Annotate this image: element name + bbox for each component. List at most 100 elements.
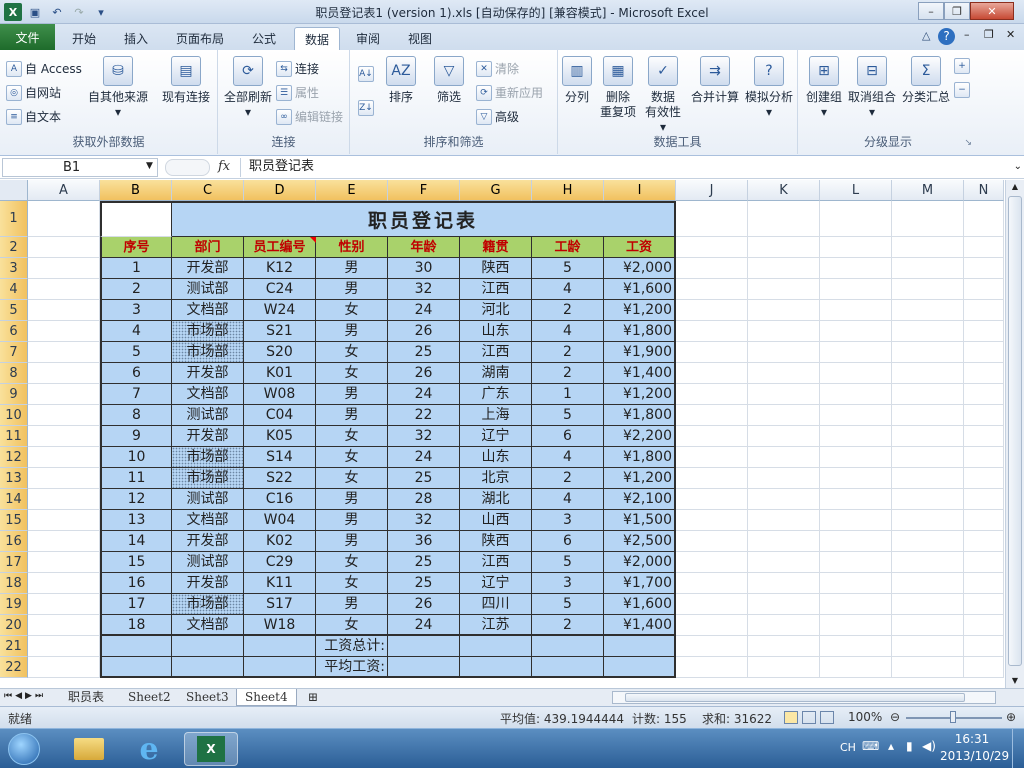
table-cell[interactable]: 24 xyxy=(388,300,460,321)
cell[interactable] xyxy=(964,363,1004,384)
cell[interactable] xyxy=(820,636,892,657)
cell[interactable] xyxy=(820,342,892,363)
cell[interactable] xyxy=(892,510,964,531)
table-cell[interactable]: C29 xyxy=(244,552,316,573)
cell[interactable] xyxy=(676,594,748,615)
table-cell[interactable]: 男 xyxy=(316,258,388,279)
cell[interactable] xyxy=(892,468,964,489)
help-icon[interactable]: ? xyxy=(938,28,955,45)
table-cell[interactable]: K05 xyxy=(244,426,316,447)
page-break-view-icon[interactable] xyxy=(820,711,834,724)
table-cell[interactable]: 25 xyxy=(388,573,460,594)
keyboard-icon[interactable]: ⌨ xyxy=(862,739,879,753)
table-cell[interactable]: ¥1,200 xyxy=(604,468,676,489)
expand-formula-bar-icon[interactable]: ⌄ xyxy=(1014,161,1022,172)
column-header-C[interactable]: C xyxy=(172,180,244,201)
table-cell[interactable]: 2 xyxy=(100,279,172,300)
cell[interactable] xyxy=(676,468,748,489)
cell[interactable] xyxy=(820,300,892,321)
table-cell[interactable]: 男 xyxy=(316,321,388,342)
cell[interactable] xyxy=(748,468,820,489)
insert-function-icon[interactable]: fx xyxy=(218,159,230,174)
cell[interactable] xyxy=(28,657,100,678)
cell[interactable] xyxy=(748,510,820,531)
cell[interactable] xyxy=(748,201,820,237)
name-box-dropdown-icon[interactable]: ▼ xyxy=(146,161,153,171)
cell[interactable] xyxy=(28,426,100,447)
cell[interactable] xyxy=(28,531,100,552)
table-cell[interactable]: 江西 xyxy=(460,279,532,300)
cell[interactable] xyxy=(748,573,820,594)
table-cell[interactable]: 北京 xyxy=(460,468,532,489)
cell[interactable] xyxy=(964,489,1004,510)
table-cell[interactable]: 5 xyxy=(532,258,604,279)
average-salary-value[interactable] xyxy=(388,657,460,678)
zoom-out-icon[interactable]: ⊖ xyxy=(890,710,900,724)
cell[interactable] xyxy=(964,342,1004,363)
table-cell[interactable]: 男 xyxy=(316,279,388,300)
table-cell[interactable]: 女 xyxy=(316,342,388,363)
cell[interactable] xyxy=(748,636,820,657)
table-cell[interactable]: 1 xyxy=(532,384,604,405)
show-detail-icon[interactable]: + xyxy=(954,58,970,74)
table-cell[interactable]: 测试部 xyxy=(172,279,244,300)
table-cell[interactable]: 市场部 xyxy=(172,594,244,615)
table-cell[interactable]: S22 xyxy=(244,468,316,489)
table-cell[interactable]: S17 xyxy=(244,594,316,615)
table-cell[interactable]: 2 xyxy=(532,468,604,489)
average-salary-label[interactable]: 平均工资: xyxy=(316,657,388,678)
cell[interactable] xyxy=(820,363,892,384)
cell[interactable] xyxy=(748,531,820,552)
table-cell[interactable]: 4 xyxy=(532,279,604,300)
table-cell[interactable]: 上海 xyxy=(460,405,532,426)
table-cell[interactable]: 江西 xyxy=(460,552,532,573)
formula-input[interactable]: 职员登记表 xyxy=(240,158,1010,177)
table-cell[interactable]: C24 xyxy=(244,279,316,300)
input-method-label[interactable]: CH xyxy=(840,741,856,754)
cell[interactable] xyxy=(892,447,964,468)
cell[interactable] xyxy=(820,552,892,573)
table-cell[interactable]: 8 xyxy=(100,405,172,426)
table-cell[interactable]: 2 xyxy=(532,342,604,363)
table-cell[interactable]: ¥1,800 xyxy=(604,321,676,342)
cell[interactable] xyxy=(820,573,892,594)
cell[interactable] xyxy=(676,426,748,447)
zoom-slider-thumb[interactable] xyxy=(950,711,956,723)
cell[interactable] xyxy=(676,657,748,678)
table-cell[interactable]: 28 xyxy=(388,489,460,510)
table-header-cell[interactable]: 部门 xyxy=(172,237,244,258)
page-layout-view-icon[interactable] xyxy=(802,711,816,724)
cell[interactable] xyxy=(892,573,964,594)
table-cell[interactable]: 6 xyxy=(532,426,604,447)
cell[interactable] xyxy=(820,237,892,258)
tab-page-layout[interactable]: 页面布局 xyxy=(166,27,234,50)
table-cell[interactable]: 陕西 xyxy=(460,531,532,552)
cell[interactable] xyxy=(964,426,1004,447)
summary-cell[interactable] xyxy=(532,657,604,678)
table-cell[interactable]: 17 xyxy=(100,594,172,615)
cell[interactable] xyxy=(892,636,964,657)
properties-button[interactable]: ☰ 属性 xyxy=(276,84,319,101)
workbook-restore-icon[interactable]: ❐ xyxy=(984,28,994,41)
table-cell[interactable]: W24 xyxy=(244,300,316,321)
table-cell[interactable]: 5 xyxy=(100,342,172,363)
table-cell[interactable]: 6 xyxy=(100,363,172,384)
text-to-columns-button[interactable]: ▥ 分列 xyxy=(560,56,594,105)
row-header[interactable]: 17 xyxy=(0,552,28,573)
summary-cell[interactable] xyxy=(460,636,532,657)
selected-cell-b1[interactable] xyxy=(100,201,172,237)
table-cell[interactable]: 4 xyxy=(532,489,604,510)
start-button[interactable] xyxy=(2,732,46,766)
table-cell[interactable]: 河北 xyxy=(460,300,532,321)
row-header[interactable]: 3 xyxy=(0,258,28,279)
from-web-button[interactable]: ◎ 自网站 xyxy=(6,84,61,101)
table-cell[interactable]: 测试部 xyxy=(172,552,244,573)
table-cell[interactable]: 2 xyxy=(532,363,604,384)
table-cell[interactable]: ¥1,200 xyxy=(604,384,676,405)
table-cell[interactable]: 女 xyxy=(316,300,388,321)
table-cell[interactable]: W08 xyxy=(244,384,316,405)
table-header-cell[interactable]: 籍贯 xyxy=(460,237,532,258)
cell[interactable] xyxy=(676,279,748,300)
what-if-analysis-button[interactable]: ? 模拟分析 ▾ xyxy=(742,56,796,120)
sort-button[interactable]: AZ 排序 xyxy=(384,56,418,105)
